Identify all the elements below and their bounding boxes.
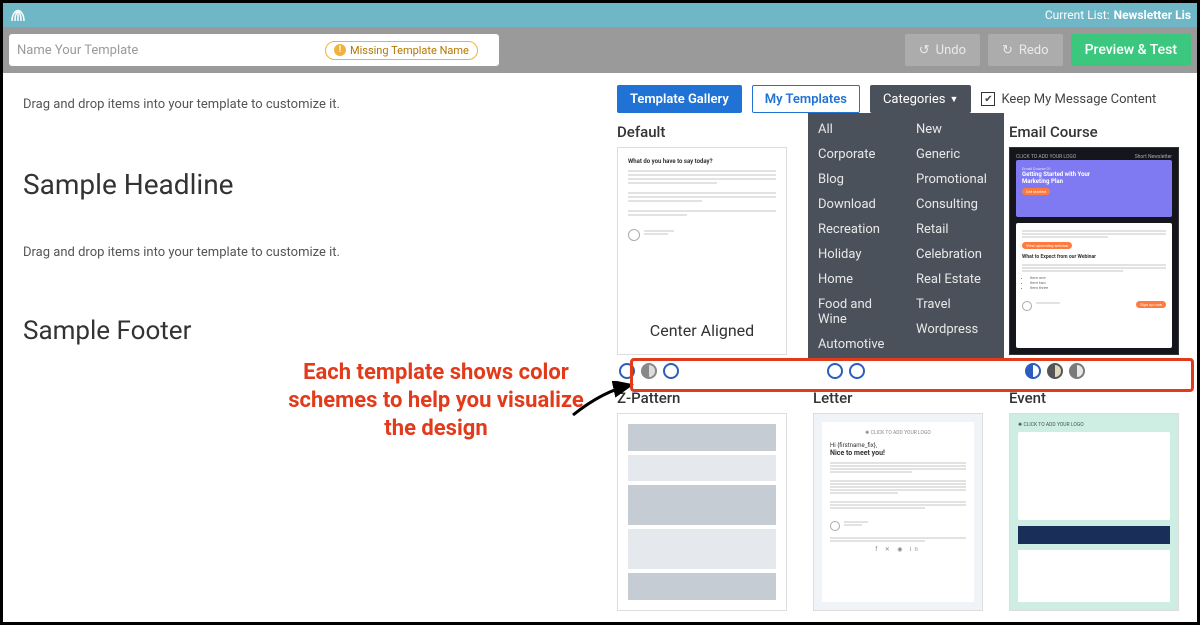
checkbox-checked-icon: ✔ bbox=[981, 92, 995, 106]
template-thumbnail: CLICK TO ADD YOUR LOGOShort Newsletter E… bbox=[1009, 147, 1179, 355]
preview-and-test-button[interactable]: Preview & Test bbox=[1071, 34, 1191, 66]
category-item[interactable]: Real Estate bbox=[906, 267, 1004, 292]
keep-message-content-toggle[interactable]: ✔ Keep My Message Content bbox=[981, 92, 1156, 107]
undo-icon: ↺ bbox=[919, 43, 930, 58]
undo-button[interactable]: ↺ Undo bbox=[905, 34, 980, 66]
category-item[interactable]: Travel bbox=[906, 292, 1004, 317]
missing-name-badge: ! Missing Template Name bbox=[325, 41, 478, 60]
template-thumbnail: What do you have to say today? Center Al… bbox=[617, 147, 787, 355]
category-item[interactable]: Download bbox=[808, 192, 906, 217]
missing-name-label: Missing Template Name bbox=[350, 44, 469, 57]
redo-label: Redo bbox=[1019, 43, 1049, 58]
tab-my-templates[interactable]: My Templates bbox=[752, 85, 860, 113]
template-card-email-course[interactable]: Email Course CLICK TO ADD YOUR LOGOShort… bbox=[1009, 123, 1195, 379]
editor-canvas[interactable]: Drag and drop items into your template t… bbox=[3, 73, 613, 622]
color-swatch[interactable] bbox=[663, 363, 679, 379]
sample-footer[interactable]: Sample Footer bbox=[23, 316, 593, 346]
category-item[interactable]: Home bbox=[808, 267, 906, 292]
current-list-label: Current List: bbox=[1045, 8, 1110, 22]
thumb-heading: What do you have to say today? bbox=[628, 158, 776, 165]
template-title: Z-Pattern bbox=[617, 389, 803, 407]
template-thumbnail bbox=[617, 413, 787, 611]
color-swatch[interactable] bbox=[619, 363, 635, 379]
category-item[interactable]: Retail bbox=[906, 217, 1004, 242]
template-card-letter[interactable]: Letter ✺ CLICK TO ADD YOUR LOGO Hi {firs… bbox=[813, 389, 999, 611]
category-item[interactable]: Celebration bbox=[906, 242, 1004, 267]
template-card-event[interactable]: Event ✺ CLICK TO ADD YOUR LOGO bbox=[1009, 389, 1195, 611]
color-swatch[interactable] bbox=[641, 363, 657, 379]
template-title: Letter bbox=[813, 389, 999, 407]
drop-hint-top: Drag and drop items into your template t… bbox=[23, 97, 593, 112]
template-thumbnail: ✺ CLICK TO ADD YOUR LOGO Hi {firstname_f… bbox=[813, 413, 983, 611]
template-gallery-panel: Template Gallery My Templates Categories… bbox=[613, 73, 1197, 622]
category-item[interactable]: Food and Wine bbox=[808, 292, 906, 332]
color-swatch[interactable] bbox=[849, 363, 865, 379]
category-item[interactable]: Blog bbox=[808, 167, 906, 192]
category-item[interactable]: Automotive bbox=[808, 332, 906, 357]
undo-label: Undo bbox=[936, 43, 966, 58]
top-bar: Current List: Newsletter Lis bbox=[3, 3, 1197, 27]
color-swatch[interactable] bbox=[1069, 363, 1085, 379]
drop-hint-mid: Drag and drop items into your template t… bbox=[23, 245, 593, 260]
redo-icon: ↻ bbox=[1002, 43, 1013, 58]
brand-shell-icon bbox=[9, 6, 27, 24]
tab-template-gallery[interactable]: Template Gallery bbox=[617, 85, 742, 113]
color-swatch[interactable] bbox=[1047, 363, 1063, 379]
annotation-text: Each template shows color schemes to hel… bbox=[271, 359, 601, 443]
template-name-input[interactable] bbox=[17, 43, 317, 58]
current-list-value: Newsletter Lis bbox=[1114, 8, 1191, 22]
template-card-z-pattern[interactable]: Z-Pattern bbox=[617, 389, 803, 611]
template-name-group: ! Missing Template Name bbox=[9, 34, 499, 66]
warning-icon: ! bbox=[334, 44, 346, 56]
color-scheme-row bbox=[1023, 363, 1195, 379]
tab-categories-label: Categories bbox=[883, 92, 946, 107]
template-title: Event bbox=[1009, 389, 1195, 407]
template-title: Default bbox=[617, 123, 803, 141]
category-item[interactable]: Corporate bbox=[808, 142, 906, 167]
action-bar: ! Missing Template Name ↺ Undo ↻ Redo Pr… bbox=[3, 27, 1197, 73]
template-thumbnail: ✺ CLICK TO ADD YOUR LOGO bbox=[1009, 413, 1179, 611]
category-item[interactable]: Holiday bbox=[808, 242, 906, 267]
redo-button[interactable]: ↻ Redo bbox=[988, 34, 1063, 66]
category-item[interactable]: Consulting bbox=[906, 192, 1004, 217]
keep-message-label: Keep My Message Content bbox=[1001, 92, 1156, 107]
color-scheme-row bbox=[617, 363, 803, 379]
thumb-caption: Center Aligned bbox=[628, 321, 776, 344]
category-item[interactable]: Promotional bbox=[906, 167, 1004, 192]
tab-categories[interactable]: Categories ▼ bbox=[870, 85, 971, 113]
color-scheme-row bbox=[825, 363, 999, 379]
template-title: Email Course bbox=[1009, 123, 1195, 141]
category-item[interactable]: New bbox=[906, 117, 1004, 142]
chevron-down-icon: ▼ bbox=[950, 94, 959, 105]
category-item[interactable]: All bbox=[808, 117, 906, 142]
color-swatch[interactable] bbox=[1025, 363, 1041, 379]
sample-headline[interactable]: Sample Headline bbox=[23, 168, 593, 201]
category-item[interactable]: Wordpress bbox=[906, 317, 1004, 342]
categories-dropdown: All Corporate Blog Download Recreation H… bbox=[808, 113, 1004, 361]
color-swatch[interactable] bbox=[827, 363, 843, 379]
template-card-default[interactable]: Default What do you have to say today? C… bbox=[617, 123, 803, 379]
category-item[interactable]: Generic bbox=[906, 142, 1004, 167]
category-item[interactable]: Recreation bbox=[808, 217, 906, 242]
